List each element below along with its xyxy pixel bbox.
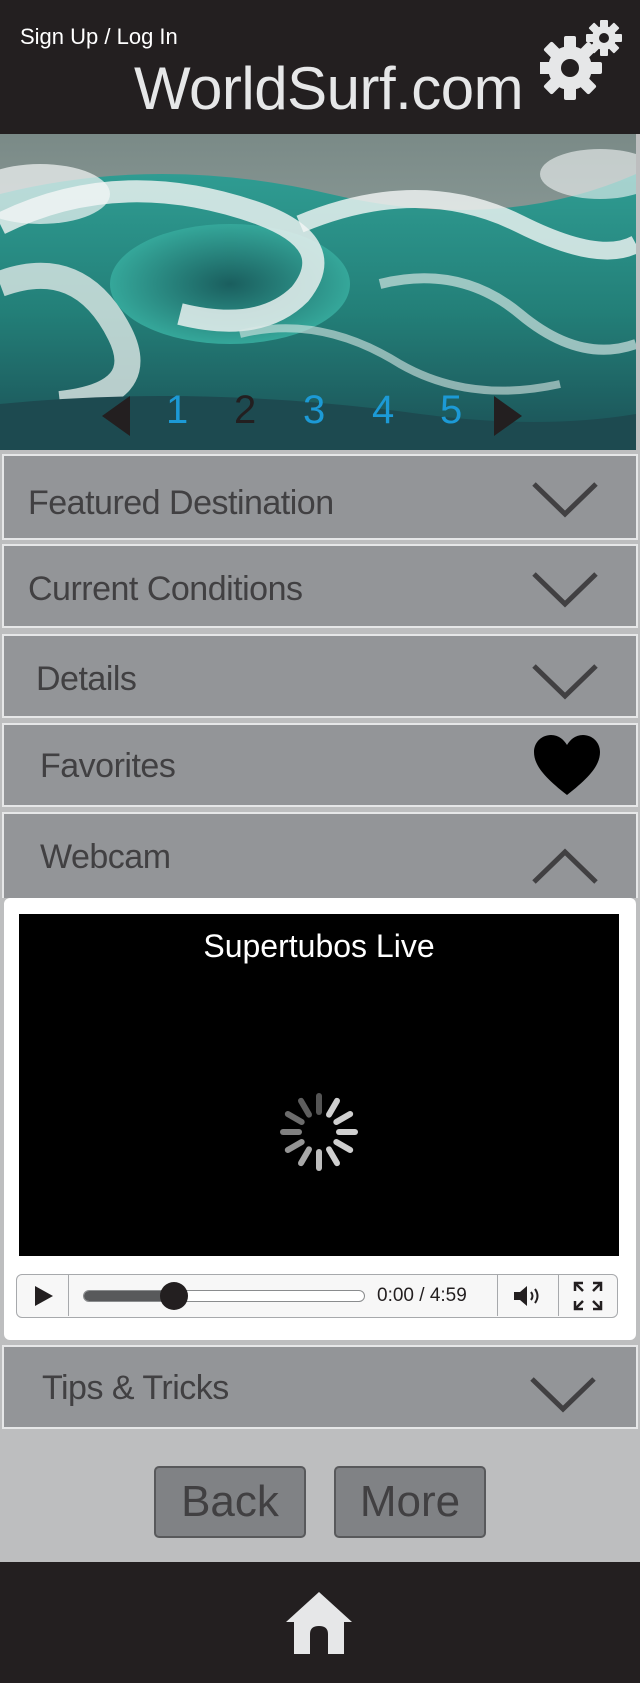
more-button[interactable]: More [334,1466,486,1538]
home-icon[interactable] [284,1590,354,1656]
gear-icon[interactable] [540,18,624,102]
time-display: 0:00 / 4:59 [377,1285,467,1306]
chevron-up-icon[interactable] [530,846,600,886]
video-player[interactable]: Supertubos Live [19,914,619,1256]
section-tips-label: Tips & Tricks [42,1369,229,1407]
seek-handle[interactable] [159,1282,188,1310]
carousel-pager: 1 2 3 4 5 [0,388,636,444]
section-webcam-label: Webcam [40,838,171,876]
carousel-page-4[interactable]: 4 [372,388,394,433]
seek-bar[interactable] [83,1282,365,1310]
volume-button[interactable] [497,1275,559,1316]
section-featured-destination[interactable]: Featured Destination [2,454,638,540]
section-favorites[interactable]: Favorites [2,723,638,807]
play-button[interactable] [17,1275,69,1316]
section-details-label: Details [36,660,137,698]
section-current-conditions[interactable]: Current Conditions [2,544,638,628]
video-controls: 0:00 / 4:59 [16,1274,618,1318]
carousel-page-5[interactable]: 5 [440,388,462,433]
app-header: Sign Up / Log In WorldSurf.com [0,0,640,134]
video-title: Supertubos Live [203,928,435,964]
play-icon [35,1286,53,1306]
section-webcam[interactable]: Webcam [2,812,638,898]
webcam-panel: Supertubos Live 0:00 / 4:59 [4,898,636,1340]
heart-icon[interactable] [534,735,600,797]
section-favorites-label: Favorites [40,747,176,785]
volume-icon [514,1286,539,1306]
site-title: WorldSurf.com [134,55,524,122]
back-button[interactable]: Back [154,1466,306,1538]
chevron-down-icon[interactable] [530,662,600,702]
carousel-page-2[interactable]: 2 [234,388,256,433]
signup-login-link[interactable]: Sign Up / Log In [20,24,178,50]
carousel-page-3[interactable]: 3 [303,388,325,433]
section-featured-label: Featured Destination [28,484,334,522]
section-tips-tricks[interactable]: Tips & Tricks [2,1345,638,1429]
app-footer [0,1562,640,1683]
section-details[interactable]: Details [2,634,638,718]
triangle-right-icon[interactable] [494,396,522,436]
chevron-down-icon[interactable] [530,570,600,610]
loading-spinner-icon [280,1093,358,1171]
triangle-left-icon[interactable] [102,396,130,436]
section-conditions-label: Current Conditions [28,570,303,608]
carousel-page-1[interactable]: 1 [166,388,188,433]
chevron-down-icon[interactable] [530,480,600,520]
chevron-down-icon[interactable] [528,1375,598,1415]
fullscreen-icon [573,1281,603,1311]
fullscreen-button[interactable] [559,1275,617,1316]
